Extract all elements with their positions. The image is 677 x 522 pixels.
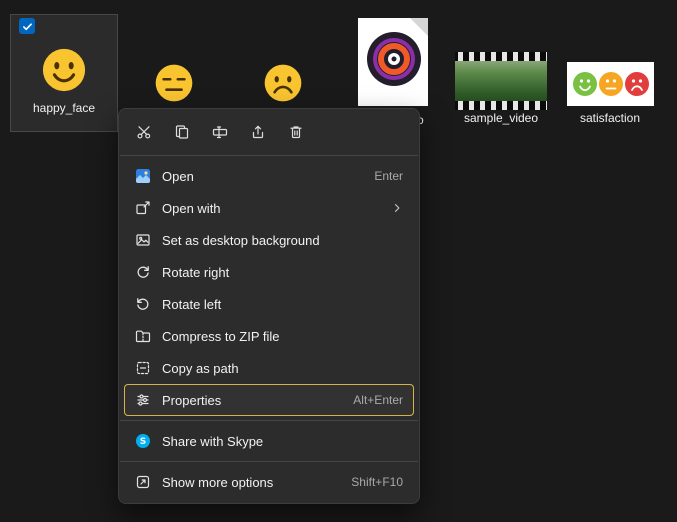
svg-text:S: S	[140, 437, 146, 447]
rename-button[interactable]	[201, 116, 239, 148]
show-more-icon	[135, 474, 152, 490]
menu-item-shortcut: Enter	[374, 169, 403, 183]
menu-item-label: Share with Skype	[162, 433, 264, 449]
share-icon	[250, 124, 266, 140]
open-with-icon	[135, 200, 152, 216]
menu-item-open-with[interactable]: Open with	[124, 192, 414, 224]
menu-item-label: Rotate right	[162, 264, 230, 280]
file-label: sample_video	[463, 111, 539, 125]
zip-folder-icon	[135, 328, 152, 344]
menu-separator	[120, 420, 418, 421]
desktop-background-icon	[135, 232, 152, 248]
menu-item-set-desktop-background[interactable]: Set as desktop background	[124, 224, 414, 256]
menu-item-label: Open	[162, 168, 194, 184]
menu-item-label: Show more options	[162, 474, 274, 490]
menu-item-label: Copy as path	[162, 360, 239, 376]
menu-separator	[120, 155, 418, 156]
file-label: satisfaction	[579, 111, 641, 125]
filmstrip-bottom	[455, 101, 547, 110]
share-button[interactable]	[239, 116, 277, 148]
file-tile-happy-face[interactable]: happy_face	[10, 14, 118, 132]
copy-button[interactable]	[163, 116, 201, 148]
rotate-left-icon	[135, 296, 152, 312]
menu-item-label: Properties	[162, 392, 222, 408]
check-icon	[22, 21, 33, 32]
properties-icon	[135, 392, 152, 408]
file-label: happy_face	[32, 101, 96, 115]
menu-item-shortcut: Shift+F10	[351, 475, 403, 489]
cut-icon	[136, 124, 152, 140]
skype-icon: S	[135, 433, 152, 449]
selection-checkbox[interactable]	[19, 18, 35, 34]
menu-item-rotate-right[interactable]: Rotate right	[124, 256, 414, 288]
neutral-face-thumbnail[interactable]	[154, 63, 194, 103]
three-rating-faces-thumbnail	[572, 69, 650, 99]
copy-path-icon	[135, 360, 152, 376]
quick-actions-row	[119, 113, 419, 151]
delete-icon	[288, 124, 304, 140]
rotate-right-icon	[135, 264, 152, 280]
happy-face-thumbnail	[41, 47, 87, 93]
chevron-right-icon	[391, 202, 403, 214]
menu-item-shortcut: Alt+Enter	[353, 393, 403, 407]
menu-item-share-with-skype[interactable]: S Share with Skype	[124, 425, 414, 457]
menu-item-properties[interactable]: Properties Alt+Enter	[124, 384, 414, 416]
desktop-stage: happy_face o sample_video satisfaction O…	[0, 0, 677, 522]
filmstrip-top	[455, 52, 547, 61]
menu-separator	[120, 461, 418, 462]
menu-item-label: Open with	[162, 200, 221, 216]
menu-item-rotate-left[interactable]: Rotate left	[124, 288, 414, 320]
menu-item-label: Compress to ZIP file	[162, 328, 280, 344]
menu-item-copy-as-path[interactable]: Copy as path	[124, 352, 414, 384]
menu-item-show-more-options[interactable]: Show more options Shift+F10	[124, 466, 414, 498]
delete-button[interactable]	[277, 116, 315, 148]
menu-item-label: Rotate left	[162, 296, 222, 312]
menu-item-compress-zip[interactable]: Compress to ZIP file	[124, 320, 414, 352]
copy-icon	[174, 124, 190, 140]
file-tile-sample-video[interactable]	[455, 52, 547, 110]
rename-icon	[212, 124, 228, 140]
sad-face-thumbnail[interactable]	[263, 63, 303, 103]
context-menu: Open Enter Open with Set as desktop back…	[118, 108, 420, 504]
file-tile-photo-disc[interactable]: o	[358, 18, 428, 127]
file-tile-satisfaction[interactable]	[567, 62, 654, 106]
menu-item-label: Set as desktop background	[162, 232, 320, 248]
menu-item-open[interactable]: Open Enter	[124, 160, 414, 192]
photos-icon	[135, 168, 152, 184]
cut-button[interactable]	[125, 116, 163, 148]
